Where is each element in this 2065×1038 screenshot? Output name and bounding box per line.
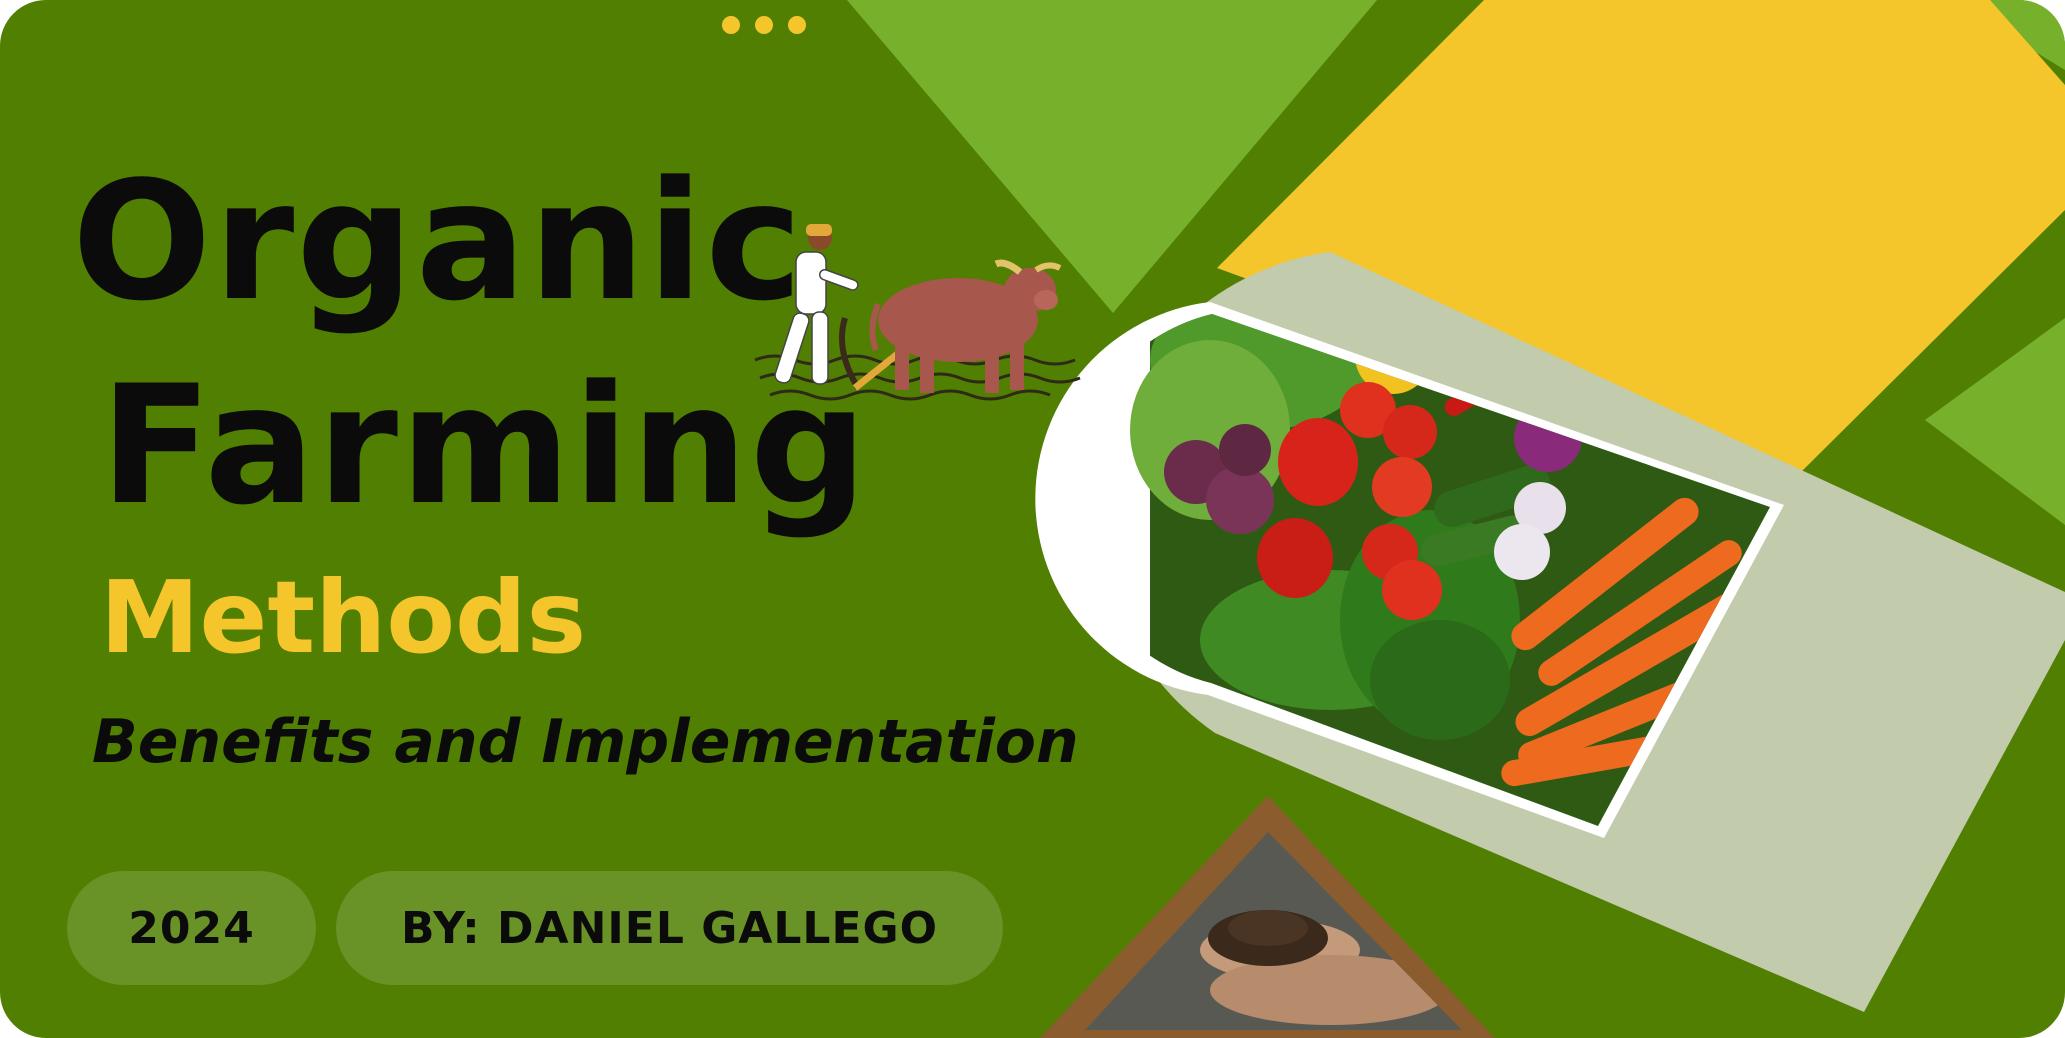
author-pill: BY: DANIEL GALLEGO: [336, 871, 1003, 985]
title-line-1: Organic: [72, 146, 805, 337]
year-pill: 2024: [67, 871, 316, 985]
title-slide: Organic Farming Methods Benefits and Imp…: [0, 0, 2065, 1038]
tagline: Benefits and Implementation: [92, 707, 1079, 777]
dot: [722, 16, 740, 34]
year-label: 2024: [128, 902, 255, 954]
author-label: BY: DANIEL GALLEGO: [400, 902, 939, 954]
dot: [755, 16, 773, 34]
soil-hands-photo: [1085, 832, 1462, 1030]
subtitle: Methods: [100, 559, 587, 676]
title-line-2: Farming: [100, 350, 870, 541]
light-green-wedge-right: [1925, 318, 2065, 525]
menu-dots: [722, 16, 822, 34]
dot: [788, 16, 806, 34]
